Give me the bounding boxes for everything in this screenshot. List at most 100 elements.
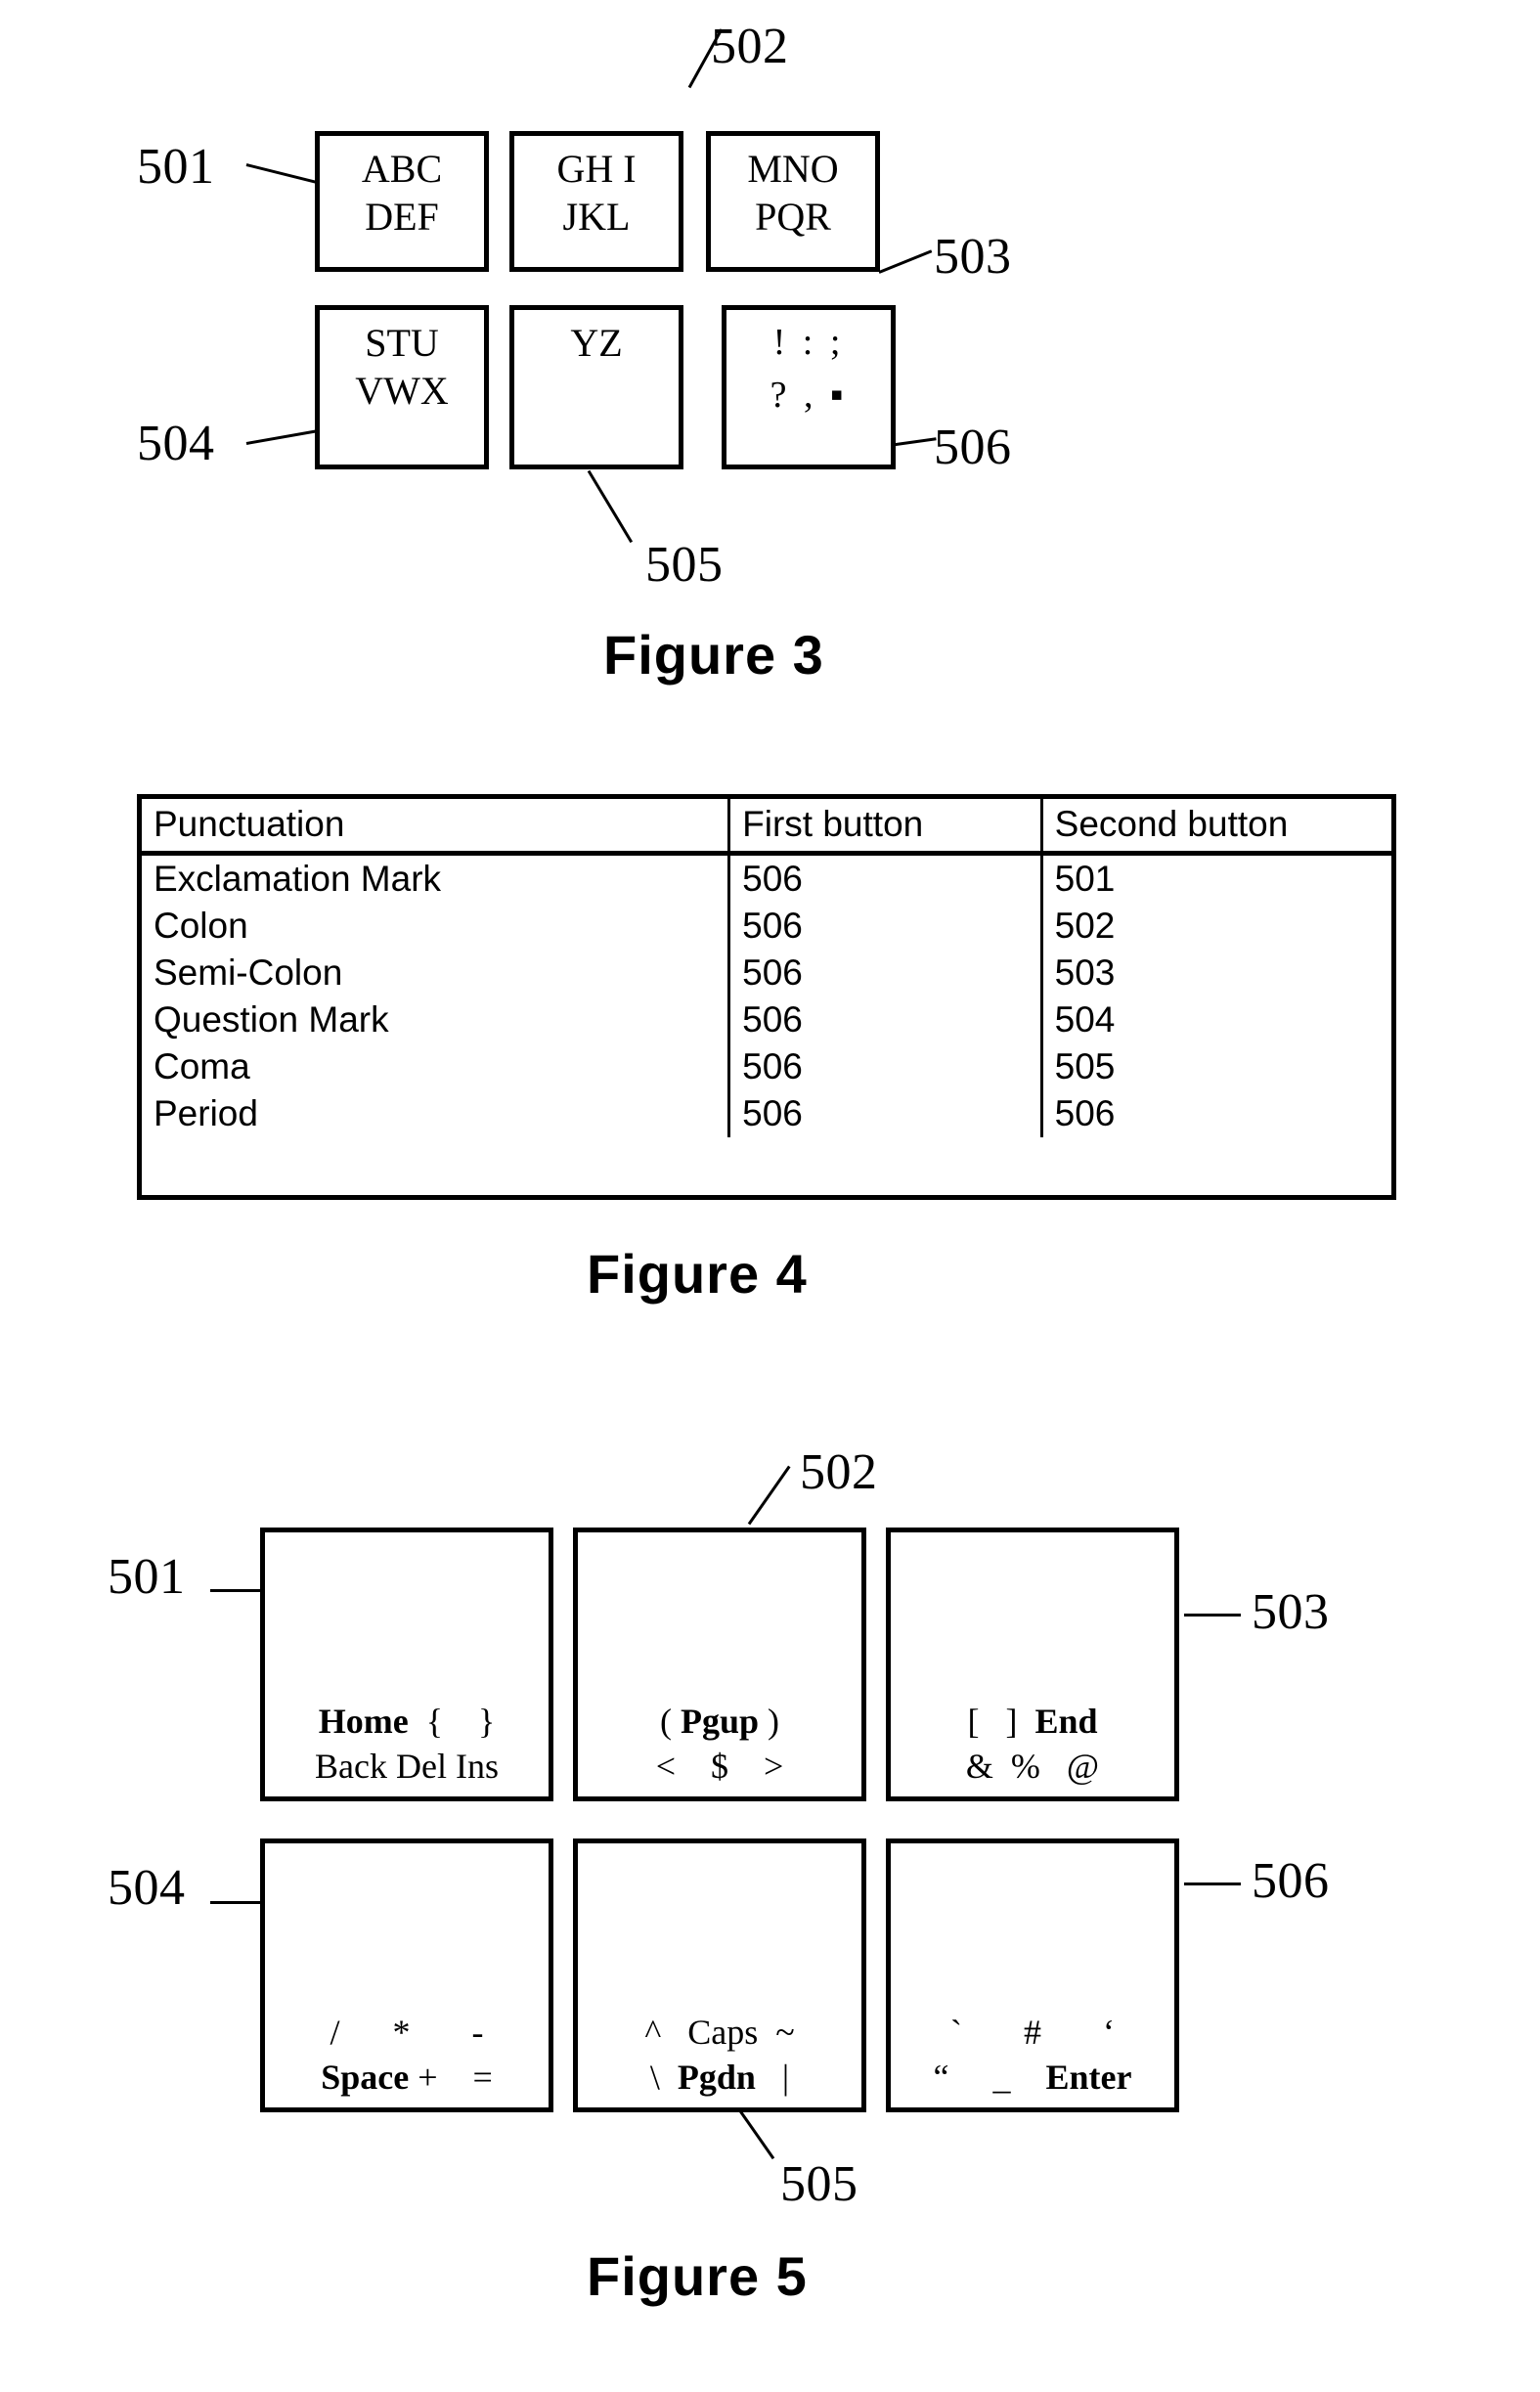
key-506-line2-fig3: ? , ▪ (770, 375, 848, 417)
key-501-line2-fig3: DEF (365, 194, 439, 239)
key-502-line1-post: ) (759, 1701, 780, 1741)
leader-line-501-fig5 (210, 1589, 260, 1592)
reference-numeral-505-fig5: 505 (780, 2156, 858, 2212)
key-503-line1-pre: [ ] (967, 1701, 1035, 1741)
key-501-bold-label: Home (318, 1701, 409, 1741)
key-501-line1-fig5: Home { } (319, 1699, 496, 1744)
key-506-line1-fig3: ! : ; (772, 322, 845, 363)
key-505-line2-fig5: \ Pgdn | (650, 2055, 789, 2100)
key-502-line2-fig3: JKL (562, 194, 631, 239)
column-header-first-button: First button (727, 799, 1042, 856)
leader-line-505-fig3 (587, 469, 634, 544)
cell-punctuation: Colon (154, 906, 248, 946)
cell-first-button: 506 (727, 950, 1042, 997)
table-row: Coma 506 505 (142, 1043, 1391, 1090)
cell-second-button: 506 (1039, 1090, 1391, 1137)
reference-numeral-502-fig5: 502 (800, 1444, 878, 1500)
cell-first-button: 506 (727, 1090, 1042, 1137)
cell-second-button: 504 (1039, 997, 1391, 1043)
reference-numeral-506-fig5: 506 (1252, 1853, 1330, 1909)
key-505-bold-label: Pgdn (677, 2057, 756, 2097)
key-506-fig3[interactable]: ! : ; ? , ▪ (722, 305, 896, 469)
table-row: Semi-Colon 506 503 (142, 950, 1391, 997)
key-504-fig5[interactable]: / * - Space + = (260, 1838, 553, 2112)
key-505-line2-pre: \ (649, 2057, 678, 2097)
key-504-line2-fig3: VWX (355, 368, 449, 413)
cell-punctuation: Semi-Colon (154, 952, 343, 993)
key-506-line1-fig5: ` # ‘ (950, 2012, 1115, 2052)
table: Punctuation First button Second button E… (142, 799, 1391, 1137)
key-502-bold-label: Pgup (680, 1701, 760, 1741)
key-503-fig5[interactable]: [ ] End & % @ (886, 1528, 1179, 1801)
cell-punctuation: Question Mark (154, 999, 389, 1040)
table-header-row: Punctuation First button Second button (142, 799, 1391, 856)
key-502-line1-fig5: ( Pgup ) (660, 1699, 779, 1744)
cell-first-button: 506 (727, 853, 1042, 903)
figure-5-caption: Figure 5 (587, 2245, 808, 2307)
reference-numeral-504-fig5: 504 (108, 1860, 186, 1916)
leader-line-501-fig3 (245, 163, 317, 184)
table-row: Period 506 506 (142, 1090, 1391, 1137)
key-505-fig5[interactable]: ^ Caps ~ \ Pgdn | (573, 1838, 866, 2112)
column-header-punctuation: Punctuation (142, 799, 729, 856)
leader-line-504-fig5 (210, 1901, 260, 1904)
key-501-line1-fig3: ABC (361, 147, 443, 191)
reference-numeral-501-fig3: 501 (137, 139, 215, 195)
key-503-bold-label: End (1034, 1701, 1098, 1741)
key-503-line1-fig5: [ ] End (967, 1699, 1097, 1744)
leader-line-502-fig5 (747, 1465, 791, 1526)
key-503-fig3[interactable]: MNO PQR (706, 131, 880, 272)
cell-first-button: 506 (727, 903, 1042, 950)
leader-line-503-fig5 (1184, 1614, 1241, 1617)
punctuation-mapping-table: Punctuation First button Second button E… (137, 794, 1396, 1200)
table-row: Question Mark 506 504 (142, 997, 1391, 1043)
leader-line-506-fig5 (1184, 1883, 1241, 1885)
cell-second-button: 505 (1039, 1043, 1391, 1090)
key-505-line1-fig3: YZ (570, 321, 623, 365)
key-505-fig3[interactable]: YZ (509, 305, 683, 469)
key-503-line1-fig3: MNO (747, 147, 839, 191)
reference-numeral-501-fig5: 501 (108, 1549, 186, 1605)
cell-second-button: 502 (1039, 903, 1391, 950)
key-506-fig5[interactable]: ` # ‘ “ _ Enter (886, 1838, 1179, 2112)
key-505-line1-fig5: ^ Caps ~ (644, 2012, 795, 2052)
cell-punctuation: Exclamation Mark (154, 859, 442, 899)
column-header-second-button: Second button (1039, 799, 1391, 856)
key-504-bold-label: Space (321, 2057, 410, 2097)
key-501-line1-rest: { } (408, 1701, 496, 1741)
key-503-line2-fig5: & % @ (965, 1746, 1100, 1786)
key-503-line2-fig3: PQR (755, 194, 831, 239)
key-502-fig3[interactable]: GH I JKL (509, 131, 683, 272)
key-502-line1-fig3: GH I (556, 147, 637, 191)
reference-numeral-503-fig3: 503 (934, 229, 1012, 285)
key-505-line2-post: | (755, 2057, 790, 2097)
key-502-line1-pre: ( (659, 1701, 681, 1741)
key-502-line2-fig5: < $ > (655, 1746, 784, 1786)
reference-numeral-505-fig3: 505 (645, 537, 724, 593)
key-504-line1-fig5: / * - (330, 2012, 484, 2052)
key-504-line2-post: + = (409, 2057, 493, 2097)
table-row: Colon 506 502 (142, 903, 1391, 950)
cell-first-button: 506 (727, 997, 1042, 1043)
cell-punctuation: Coma (154, 1046, 250, 1086)
figure-3-caption: Figure 3 (603, 624, 824, 686)
reference-numeral-506-fig3: 506 (934, 420, 1012, 475)
key-504-line1-fig3: STU (365, 321, 439, 365)
key-501-fig5[interactable]: Home { } Back Del Ins (260, 1528, 553, 1801)
figure-4-caption: Figure 4 (587, 1243, 808, 1305)
key-504-line2-fig5: Space + = (321, 2055, 493, 2100)
patent-figure-sheet: 502 501 503 504 506 505 ABC DEF GH I JKL… (0, 0, 1540, 2392)
reference-numeral-503-fig5: 503 (1252, 1584, 1330, 1640)
cell-second-button: 503 (1039, 950, 1391, 997)
key-504-fig3[interactable]: STU VWX (315, 305, 489, 469)
cell-second-button: 501 (1039, 853, 1391, 903)
table-row: Exclamation Mark 506 501 (142, 853, 1391, 903)
key-501-fig3[interactable]: ABC DEF (315, 131, 489, 272)
key-502-fig5[interactable]: ( Pgup ) < $ > (573, 1528, 866, 1801)
key-506-bold-label: Enter (1045, 2057, 1132, 2097)
key-501-line2-fig5: Back Del Ins (315, 1746, 499, 1786)
key-506-line2-pre: “ _ (933, 2057, 1046, 2097)
cell-punctuation: Period (154, 1093, 258, 1133)
cell-first-button: 506 (727, 1043, 1042, 1090)
leader-line-504-fig3 (245, 429, 317, 445)
